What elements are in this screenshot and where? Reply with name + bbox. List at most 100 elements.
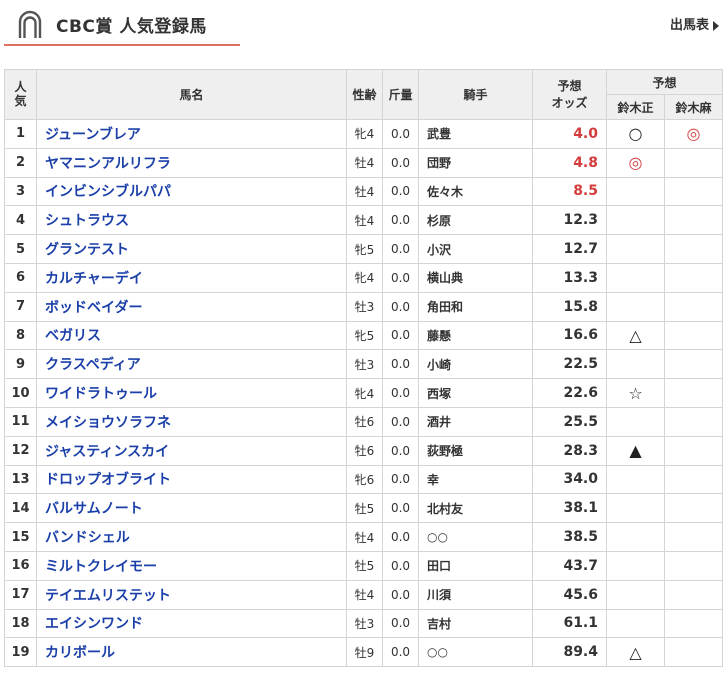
odds-cell: 4.0	[532, 119, 607, 149]
rank-cell: 10	[4, 378, 37, 408]
horse-name-link[interactable]: グランテスト	[45, 242, 129, 258]
horse-name-cell: ヤマニンアルリフラ	[36, 147, 347, 178]
table-row: 11 メイショウソラフネ 牡6 0.0 酒井 25.5	[4, 406, 723, 437]
rank-cell: 8	[4, 320, 37, 351]
rank-cell: 2	[4, 147, 37, 178]
sex-age-cell: 牡3	[346, 608, 383, 639]
jockey-cell: 佐々木	[418, 176, 533, 207]
prediction-a-cell: ▲	[606, 435, 665, 466]
col-pred-suzuki-tadashi: 鈴木正	[606, 94, 665, 120]
jockey-cell: 田口	[418, 550, 533, 581]
weight-cell: 0.0	[382, 406, 419, 437]
odds-cell: 43.7	[532, 550, 607, 581]
sex-age-cell: 牡3	[346, 291, 383, 322]
horse-name-link[interactable]: バンドシェル	[45, 530, 130, 546]
horseshoe-icon	[18, 10, 42, 38]
weight-cell: 0.0	[382, 176, 419, 207]
col-name: 馬名	[36, 69, 347, 120]
horse-name-link[interactable]: ミルトクレイモー	[45, 559, 157, 575]
odds-cell: 4.8	[532, 147, 607, 178]
table-row: 6 カルチャーデイ 牝4 0.0 横山典 13.3	[4, 262, 723, 293]
horse-name-cell: バルサムノート	[36, 493, 347, 524]
weight-cell: 0.0	[382, 464, 419, 495]
prediction-b-cell	[664, 608, 723, 639]
horse-name-link[interactable]: ワイドラトゥール	[45, 386, 157, 402]
prediction-b-cell	[664, 262, 723, 293]
jockey-cell: 酒井	[418, 406, 533, 437]
horse-name-link[interactable]: ベガリス	[45, 328, 101, 344]
horse-name-link[interactable]: バルサムノート	[45, 501, 143, 517]
table-row: 15 バンドシェル 牡4 0.0 ○○ 38.5	[4, 522, 723, 552]
horse-name-link[interactable]: メイショウソラフネ	[45, 415, 171, 431]
prediction-a-cell	[606, 262, 665, 293]
horse-name-cell: ボッドベイダー	[36, 291, 347, 322]
sex-age-cell: 牡6	[346, 406, 383, 437]
odds-cell: 8.5	[532, 176, 607, 207]
sex-age-cell: 牡3	[346, 349, 383, 380]
horse-name-link[interactable]: エイシンワンド	[45, 616, 143, 632]
prediction-b-cell	[664, 637, 723, 668]
horse-name-link[interactable]: ヤマニンアルリフラ	[45, 156, 171, 172]
table-header-row: 人 気 馬名 性齢 斤量 騎手 予想 オッズ 予想	[4, 69, 723, 120]
sex-age-cell: 牡5	[346, 493, 383, 524]
horse-name-link[interactable]: ボッドベイダー	[45, 300, 142, 316]
horse-name-link[interactable]: シュトラウス	[45, 213, 129, 229]
sex-age-cell: 牡4	[346, 579, 383, 610]
odds-cell: 34.0	[532, 464, 607, 495]
jockey-cell: 荻野極	[418, 435, 533, 466]
weight-cell: 0.0	[382, 147, 419, 178]
weight-cell: 0.0	[382, 262, 419, 293]
prediction-a-cell: △	[606, 320, 665, 351]
table-row: 5 グランテスト 牝5 0.0 小沢 12.7	[4, 234, 723, 264]
prediction-b-cell	[664, 493, 723, 524]
prediction-b-cell	[664, 464, 723, 495]
horse-name-link[interactable]: テイエムリステット	[45, 588, 171, 604]
prediction-b-cell	[664, 234, 723, 264]
col-jockey: 騎手	[418, 69, 533, 120]
jockey-cell: 団野	[418, 147, 533, 178]
odds-cell: 28.3	[532, 435, 607, 466]
prediction-a-cell	[606, 550, 665, 581]
rank-cell: 13	[4, 464, 37, 495]
weight-cell: 0.0	[382, 637, 419, 668]
prediction-b-cell	[664, 406, 723, 437]
weight-cell: 0.0	[382, 579, 419, 610]
prediction-b-cell	[664, 147, 723, 178]
sex-age-cell: 牝5	[346, 320, 383, 351]
shutuba-link[interactable]: 出馬表	[670, 14, 719, 33]
prediction-a-cell: △	[606, 637, 665, 668]
horse-name-link[interactable]: ドロップオブライト	[45, 472, 171, 488]
horse-name-cell: グランテスト	[36, 234, 347, 264]
horse-name-link[interactable]: クラスペディア	[45, 357, 141, 373]
sex-age-cell: 牡9	[346, 637, 383, 668]
prediction-b-cell	[664, 176, 723, 207]
page-header: CBC賞 人気登録馬 出馬表	[0, 0, 727, 48]
jockey-cell: 北村友	[418, 493, 533, 524]
sex-age-cell: 牡6	[346, 435, 383, 466]
jockey-cell: 横山典	[418, 262, 533, 293]
horse-name-link[interactable]: ジューンブレア	[45, 127, 141, 143]
prediction-a-cell	[606, 608, 665, 639]
prediction-a-cell: ◎	[606, 147, 665, 178]
prediction-a-cell	[606, 579, 665, 610]
col-prediction-group: 予想	[606, 69, 723, 95]
horse-name-link[interactable]: カルチャーデイ	[45, 271, 143, 287]
horse-name-link[interactable]: ジャスティンスカイ	[45, 444, 169, 460]
horse-name-link[interactable]: インビンシブルパパ	[45, 184, 171, 200]
jockey-cell: 西塚	[418, 378, 533, 408]
horse-name-cell: ジャスティンスカイ	[36, 435, 347, 466]
prediction-b-cell	[664, 522, 723, 552]
sex-age-cell: 牡4	[346, 205, 383, 236]
rank-cell: 12	[4, 435, 37, 466]
weight-cell: 0.0	[382, 522, 419, 552]
jockey-cell: 杉原	[418, 205, 533, 236]
jockey-cell: 武豊	[418, 119, 533, 149]
table-row: 2 ヤマニンアルリフラ 牡4 0.0 団野 4.8 ◎	[4, 147, 723, 178]
weight-cell: 0.0	[382, 291, 419, 322]
table-row: 10 ワイドラトゥール 牝4 0.0 西塚 22.6 ☆	[4, 378, 723, 408]
horse-name-link[interactable]: カリボール	[45, 645, 115, 661]
odds-cell: 25.5	[532, 406, 607, 437]
table-row: 8 ベガリス 牝5 0.0 藤懸 16.6 △	[4, 320, 723, 351]
horse-name-cell: メイショウソラフネ	[36, 406, 347, 437]
odds-cell: 89.4	[532, 637, 607, 668]
